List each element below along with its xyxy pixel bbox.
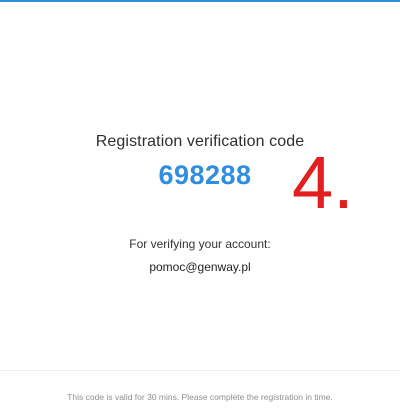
footer-divider [0, 370, 400, 371]
validity-note: This code is valid for 30 mins. Please c… [67, 392, 333, 402]
step-number-annotation: 4. [292, 141, 354, 224]
account-email: pomoc@genway.pl [149, 260, 251, 274]
purpose-label: For verifying your account: [129, 237, 271, 251]
